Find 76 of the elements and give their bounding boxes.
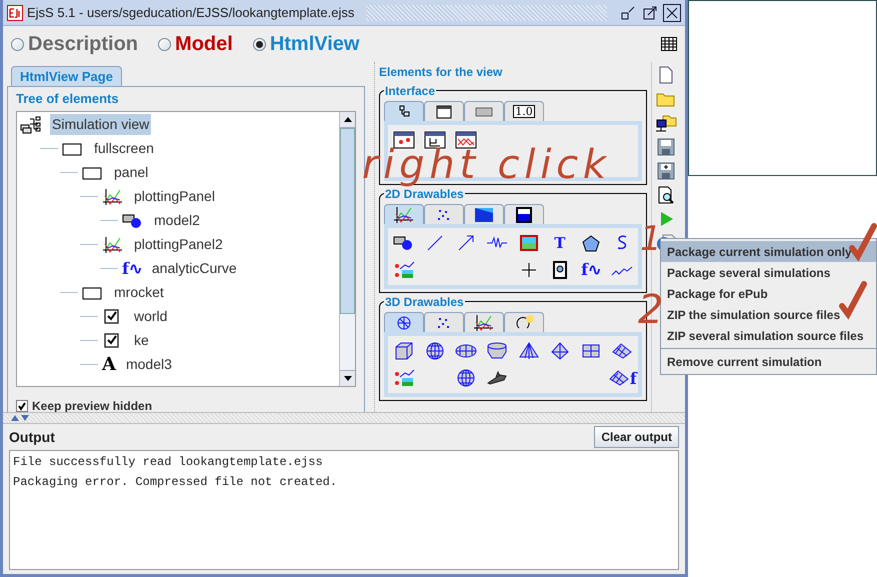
tree-text-icon: A: [102, 356, 116, 374]
shuttle-icon: [486, 369, 508, 387]
palette-tab[interactable]: [424, 101, 464, 121]
surface-icon: [611, 342, 634, 360]
tree-shape-icon: [122, 212, 144, 230]
cube-icon: [392, 342, 415, 360]
tree-title: Tree of elements: [16, 90, 120, 108]
tree-item[interactable]: mrocket: [112, 282, 166, 303]
polygon-icon: [580, 234, 602, 252]
tree-item[interactable]: model3: [124, 354, 174, 375]
minimize-button[interactable]: [619, 4, 637, 22]
palette-tab[interactable]: [504, 312, 544, 332]
collapse-arrows-icon[interactable]: [11, 415, 29, 421]
tree-plot-icon: [102, 188, 124, 206]
clear-output-button[interactable]: Clear output: [594, 426, 679, 448]
tree-item[interactable]: analyticCurve: [150, 258, 239, 279]
scroll-up-icon[interactable]: [340, 112, 355, 128]
plot-dots-icon: [473, 314, 495, 332]
menu-item[interactable]: Package several simulations: [661, 262, 876, 283]
menu-item[interactable]: Remove current simulation: [661, 351, 876, 372]
tank-icon: [513, 206, 535, 224]
tree-curve-icon: f∿: [122, 260, 142, 276]
web-icon: [455, 369, 478, 387]
tool-icon: T: [554, 236, 566, 250]
tree-item[interactable]: panel: [112, 162, 150, 183]
checkmark-icon: [17, 400, 27, 410]
composite-icon: [392, 369, 415, 387]
table-icon[interactable]: [661, 37, 677, 51]
gradient-icon: [473, 206, 495, 224]
close-button[interactable]: [663, 4, 681, 22]
palette-tab[interactable]: [424, 204, 464, 224]
cylinder-icon: [486, 342, 508, 360]
menu-item[interactable]: Package current simulation only: [661, 241, 876, 262]
tree-item[interactable]: ke: [132, 330, 151, 351]
plot-dots-icon: [393, 206, 415, 224]
menu-item[interactable]: ZIP several simulation source files: [661, 325, 876, 346]
palette-tab[interactable]: [384, 101, 424, 121]
tree-view-icon: [20, 116, 42, 134]
mode-radio[interactable]: Description: [11, 29, 138, 59]
output-title: Output: [9, 428, 55, 447]
tree-item[interactable]: fullscreen: [92, 138, 156, 159]
tree-plot-icon: [102, 236, 124, 254]
maximize-button[interactable]: [641, 4, 659, 22]
image-icon: [518, 234, 540, 252]
ellipsoid-icon: [455, 342, 478, 360]
plane-icon: [580, 342, 602, 360]
curve-icon: f∿: [581, 262, 602, 278]
palette-tab[interactable]: [424, 312, 464, 332]
tree-item[interactable]: Simulation view: [50, 114, 152, 135]
cone-icon: [518, 342, 540, 360]
pyramid-icon: [548, 342, 571, 360]
palette-tab[interactable]: [464, 312, 504, 332]
palette-tab[interactable]: [464, 204, 504, 224]
scroll-down-icon[interactable]: [340, 370, 355, 386]
menu-item[interactable]: ZIP the simulation source files: [661, 304, 876, 325]
number-icon: 1.0: [513, 105, 535, 118]
menu-item[interactable]: Package for ePub: [661, 283, 876, 304]
mode-radio[interactable]: Model: [158, 29, 233, 59]
palette-tab[interactable]: [384, 204, 424, 224]
tree-item[interactable]: world: [132, 306, 170, 327]
shape-icon: [392, 234, 415, 252]
tree-item[interactable]: model2: [152, 210, 202, 231]
palette-tab[interactable]: 1.0: [504, 101, 544, 121]
palette-tab[interactable]: [504, 204, 544, 224]
output-line: File successfully read lookangtemplate.ejss: [13, 454, 324, 471]
sphere-icon: [424, 342, 446, 360]
handwritten-tick-icon: [838, 280, 868, 320]
composite-icon: [392, 261, 415, 279]
tree-item[interactable]: plottingPanel: [132, 186, 217, 207]
window-title: EjsS 5.1 - users/sgeducation/EJSS/lookangtemplate.ejss: [27, 4, 354, 22]
app-logo-icon: [7, 4, 23, 20]
elements-title: Elements for the view: [379, 64, 504, 81]
keep-preview-checkbox[interactable]: Keep preview hidden: [16, 396, 356, 414]
output-line: Packaging error. Compressed file not created.: [13, 474, 338, 491]
scrollbar[interactable]: [339, 112, 355, 386]
tree-item[interactable]: plottingPanel2: [132, 234, 225, 255]
